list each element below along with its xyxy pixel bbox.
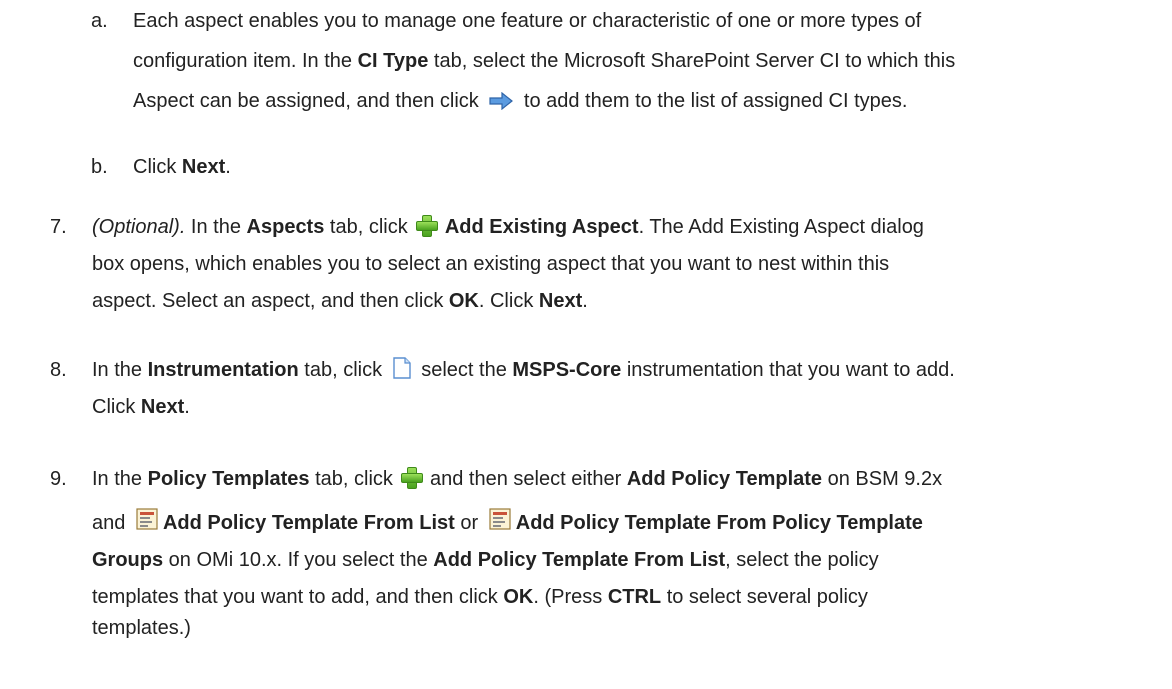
right-arrow-icon <box>488 87 514 111</box>
step-9-line-4: templates that you want to add, and then… <box>92 586 868 608</box>
step-7-body: (Optional). In the Aspects tab, click Ad… <box>92 210 924 318</box>
add-policy-template-from-list-label: Add Policy Template From List <box>162 512 455 534</box>
step-8-line-1: In the Instrumentation tab, click select… <box>92 353 955 387</box>
step-b-body: Click Next. <box>133 150 231 184</box>
add-policy-template-from-groups-label: Add Policy Template From Policy Template <box>515 512 923 534</box>
step-7-line-3: aspect. Select an aspect, and then click… <box>92 290 588 312</box>
step-8-body: In the Instrumentation tab, click select… <box>92 353 955 424</box>
step-9-line-1: In the Policy Templates tab, click and t… <box>92 466 943 490</box>
add-policy-template-label: Add Policy Template <box>626 468 823 490</box>
step-a-line-1: Each aspect enables you to manage one fe… <box>133 10 922 32</box>
new-document-icon <box>392 356 412 379</box>
step-7-marker: 7. <box>50 216 67 238</box>
msps-core-label: MSPS-Core <box>512 359 622 381</box>
step-9-line-5: templates.) <box>92 617 191 639</box>
step-7-line-2: box opens, which enables you to select a… <box>92 253 890 275</box>
step-8-marker: 8. <box>50 359 67 381</box>
step-a-body: Each aspect enables you to manage one fe… <box>133 4 955 118</box>
green-plus-icon <box>415 214 439 237</box>
step-9-marker: 9. <box>50 468 67 490</box>
step-a-marker: a. <box>91 10 108 32</box>
step-9-body: In the Policy Templates tab, click and t… <box>92 462 942 645</box>
next-label: Next <box>181 156 226 178</box>
green-plus-icon <box>400 466 424 489</box>
aspects-tab-label: Aspects <box>246 216 325 238</box>
step-a-line-3: Aspect can be assigned, and then click t… <box>133 84 955 118</box>
step-8-line-2: Click Next. <box>92 396 190 418</box>
step-b-marker: b. <box>91 156 108 178</box>
policy-templates-tab-label: Policy Templates <box>147 468 310 490</box>
step-b-line-1: Click Next. <box>133 156 231 178</box>
step-7-line-1: (Optional). In the Aspects tab, click Ad… <box>92 214 924 238</box>
policy-template-icon <box>488 507 512 531</box>
instrumentation-tab-label: Instrumentation <box>147 359 299 381</box>
add-existing-aspect-label: Add Existing Aspect <box>444 216 639 238</box>
step-a-line-2: configuration item. In the CI Type tab, … <box>133 50 956 72</box>
step-9-line-3: Groups on OMi 10.x. If you select the Ad… <box>92 549 879 571</box>
policy-template-icon <box>135 507 159 531</box>
step-9-line-2: and Add Policy Template From List or Add… <box>92 506 942 540</box>
ci-type-tab-label: CI Type <box>357 50 429 72</box>
